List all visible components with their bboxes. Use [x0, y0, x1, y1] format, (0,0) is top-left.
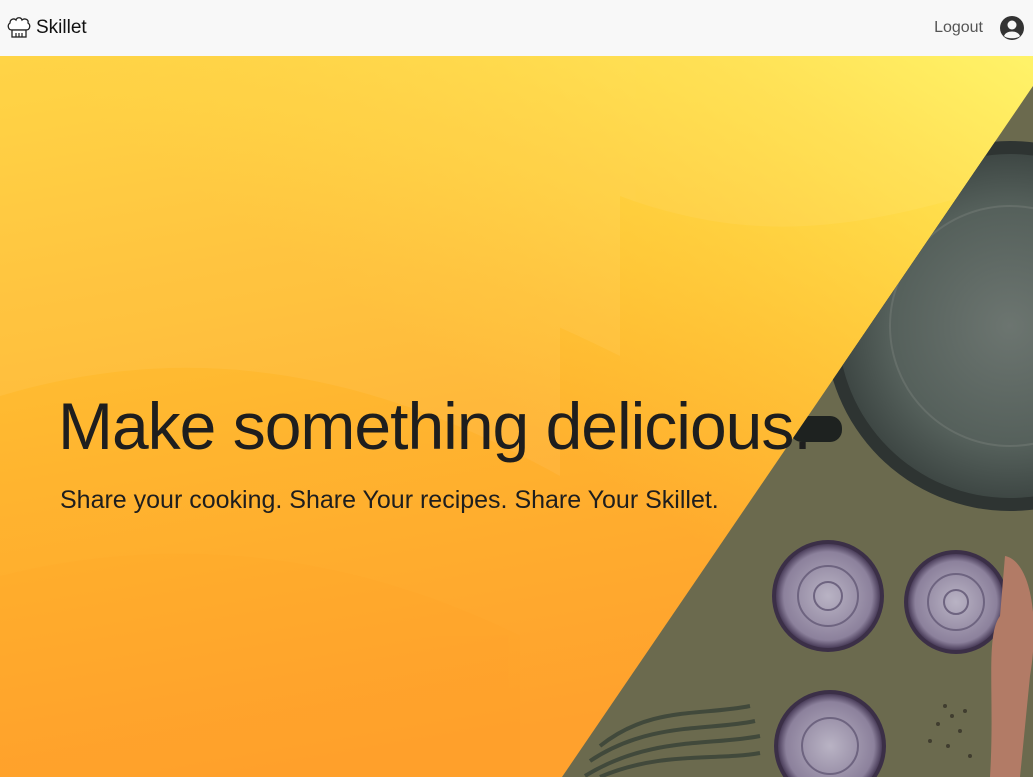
user-avatar-icon[interactable]	[999, 15, 1025, 41]
nav-right: Logout	[934, 15, 1025, 41]
brand-name: Skillet	[36, 17, 87, 38]
chef-hat-icon	[6, 15, 32, 41]
brand-link[interactable]: Skillet	[6, 15, 87, 41]
hero-subtitle: Share your cooking. Share Your recipes. …	[60, 486, 719, 514]
hero-section: Make something delicious. Share your coo…	[0, 56, 1033, 777]
hero-title: Make something delicious.	[58, 389, 812, 463]
logout-link[interactable]: Logout	[934, 19, 983, 37]
top-navbar: Skillet Logout	[0, 0, 1033, 56]
